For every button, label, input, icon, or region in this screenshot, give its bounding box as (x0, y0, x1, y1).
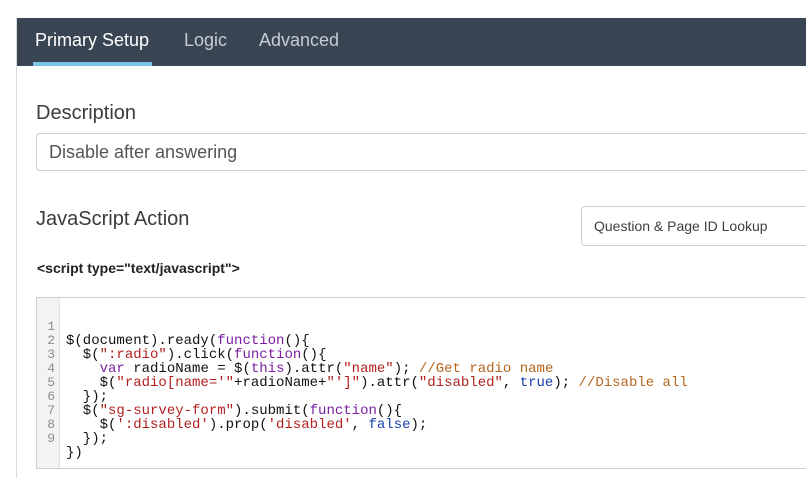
code-line-text: $(document).ready(function(){ (66, 333, 310, 349)
tab-logic-label: Logic (184, 30, 228, 50)
tab-primary-setup-label: Primary Setup (35, 30, 150, 50)
code-line: 4 $("radio[name='"+radioName+"']").attr(… (37, 348, 688, 391)
tab-advanced[interactable]: Advanced (259, 18, 339, 66)
line-number: 9 (47, 431, 55, 446)
code-line: 6 $("sg-survey-form").submit(function(){ (37, 376, 402, 419)
code-line: 8 }); (37, 404, 108, 447)
code-line: 9 }) (37, 418, 87, 461)
code-line: 7 $(':disabled').prop('disabled', false)… (37, 390, 427, 433)
window-top-margin (0, 0, 806, 18)
code-line: 2 $(":radio").click(function(){ (37, 320, 326, 363)
code-line-text: var radioName = $(this).attr("name"); //… (99, 361, 554, 377)
tab-logic[interactable]: Logic (184, 18, 227, 66)
question-page-id-lookup-select[interactable]: Question & Page ID Lookup (581, 206, 806, 246)
code-line-text: }) (66, 445, 83, 461)
code-line-text: $("sg-survey-form").submit(function(){ (66, 403, 403, 419)
code-line-text: $(":radio").click(function(){ (66, 347, 327, 363)
code-line-text: $("radio[name='"+radioName+"']").attr("d… (66, 375, 688, 391)
active-tab-indicator (33, 62, 153, 66)
script-open-tag: <script type="text/javascript"> (37, 260, 240, 276)
description-label: Description (36, 102, 137, 124)
question-editor-panel: Primary Setup Logic Advanced Description… (16, 18, 806, 478)
code-line: 3 var radioName = $(this).attr("name"); … (37, 334, 553, 377)
description-input[interactable] (36, 133, 806, 171)
code-line: 1 $(document).ready(function(){ (37, 306, 309, 349)
tab-primary-setup[interactable]: Primary Setup (33, 18, 153, 66)
javascript-action-label: JavaScript Action (36, 208, 190, 230)
code-line-text: $(':disabled').prop('disabled', false); (66, 417, 428, 433)
tab-bar: Primary Setup Logic Advanced (17, 18, 806, 66)
code-line: 5 }); (37, 362, 108, 405)
tab-advanced-label: Advanced (259, 30, 340, 50)
code-editor[interactable]: 1 $(document).ready(function(){ 2 $(":ra… (36, 297, 806, 469)
